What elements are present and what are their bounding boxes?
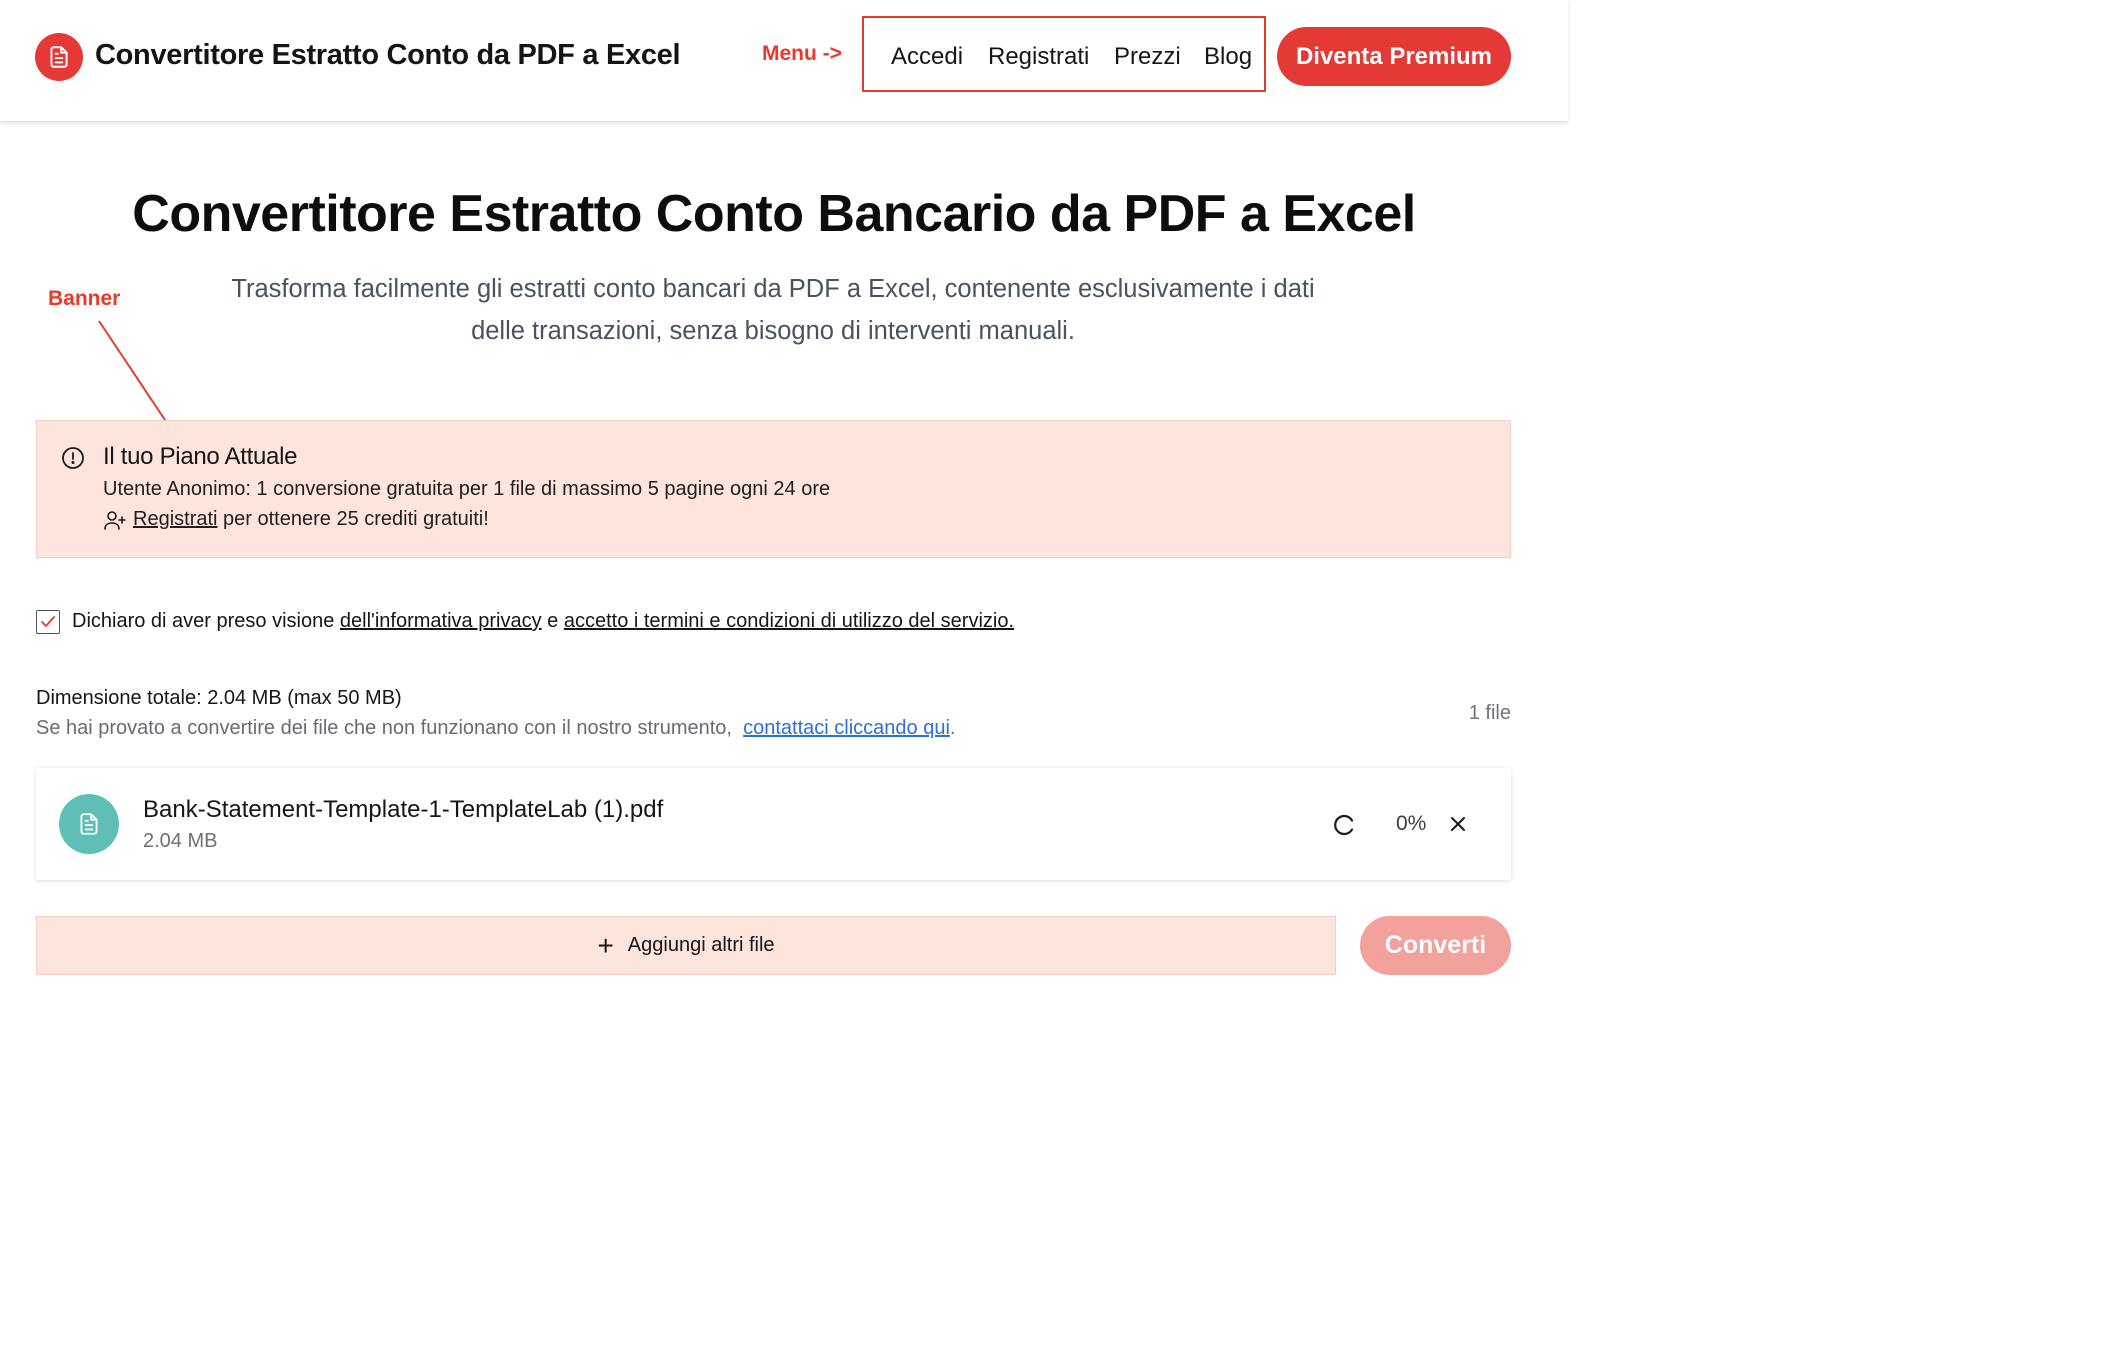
info-circle-icon bbox=[61, 446, 85, 475]
register-link[interactable]: Registrati bbox=[133, 508, 217, 531]
total-size-label: Dimensione totale: 2.04 MB (max 50 MB) bbox=[36, 687, 402, 709]
remove-file-button[interactable] bbox=[1446, 812, 1470, 836]
file-card bbox=[36, 768, 1511, 880]
consent-text: Dichiaro di aver preso visione dell'info… bbox=[72, 610, 1014, 633]
logo-document-icon[interactable] bbox=[35, 33, 83, 81]
consent-prefix: Dichiaro di aver preso visione bbox=[72, 610, 340, 632]
menu-annotation-label: Menu -> bbox=[762, 42, 842, 65]
loading-spinner-icon bbox=[1331, 812, 1357, 843]
premium-button[interactable]: Diventa Premium bbox=[1277, 27, 1511, 86]
top-header: Convertitore Estratto Conto da PDF a Exc… bbox=[0, 0, 1568, 122]
nav-item-accedi[interactable]: Accedi bbox=[891, 43, 963, 71]
plan-description: Utente Anonimo: 1 conversione gratuita p… bbox=[103, 478, 831, 500]
convert-button[interactable]: Converti bbox=[1360, 916, 1511, 975]
plan-title: Il tuo Piano Attuale bbox=[103, 443, 298, 470]
nav-item-prezzi[interactable]: Prezzi bbox=[1114, 43, 1181, 71]
add-files-button[interactable]: + Aggiungi altri file bbox=[36, 916, 1336, 975]
file-size: 2.04 MB bbox=[143, 830, 218, 852]
terms-link[interactable]: accetto i termini e condizioni di utiliz… bbox=[564, 610, 1014, 632]
contact-link[interactable]: contattaci cliccando qui bbox=[743, 717, 950, 739]
nav-item-blog[interactable]: Blog bbox=[1204, 43, 1252, 71]
consent-middle: e bbox=[541, 610, 564, 632]
plus-icon: + bbox=[597, 929, 614, 961]
help-text: Se hai provato a convertire dei file che… bbox=[36, 717, 955, 740]
page-title: Convertitore Estratto Conto Bancario da … bbox=[132, 185, 1416, 243]
close-icon bbox=[1451, 817, 1465, 831]
file-name: Bank-Statement-Template-1-TemplateLab (1… bbox=[143, 796, 664, 823]
consent-checkbox[interactable] bbox=[36, 610, 60, 634]
file-document-icon bbox=[59, 794, 119, 854]
register-suffix: per ottenere 25 crediti gratuiti! bbox=[217, 508, 489, 530]
help-suffix: . bbox=[949, 717, 956, 739]
page-subtitle: Trasforma facilmente gli estratti conto … bbox=[190, 268, 1356, 352]
privacy-link[interactable]: dell'informativa privacy bbox=[340, 610, 542, 632]
add-files-label: Aggiungi altri file bbox=[627, 934, 775, 956]
banner-annotation-label: Banner bbox=[48, 287, 121, 310]
upload-progress: 0% bbox=[1396, 812, 1427, 835]
file-count: 1 file bbox=[1468, 702, 1511, 724]
page-subtitle-line-1: Trasforma facilmente gli estratti conto … bbox=[231, 275, 1315, 303]
nav-item-registrati[interactable]: Registrati bbox=[988, 43, 1089, 71]
help-prefix: Se hai provato a convertire dei file che… bbox=[36, 717, 744, 739]
page-subtitle-line-2: delle transazioni, senza bisogno di inte… bbox=[471, 317, 1075, 345]
user-plus-icon bbox=[103, 509, 127, 531]
plan-register-row: Registrati per ottenere 25 crediti gratu… bbox=[103, 508, 489, 531]
brand-title[interactable]: Convertitore Estratto Conto da PDF a Exc… bbox=[95, 39, 681, 72]
checkmark-icon bbox=[41, 616, 55, 627]
